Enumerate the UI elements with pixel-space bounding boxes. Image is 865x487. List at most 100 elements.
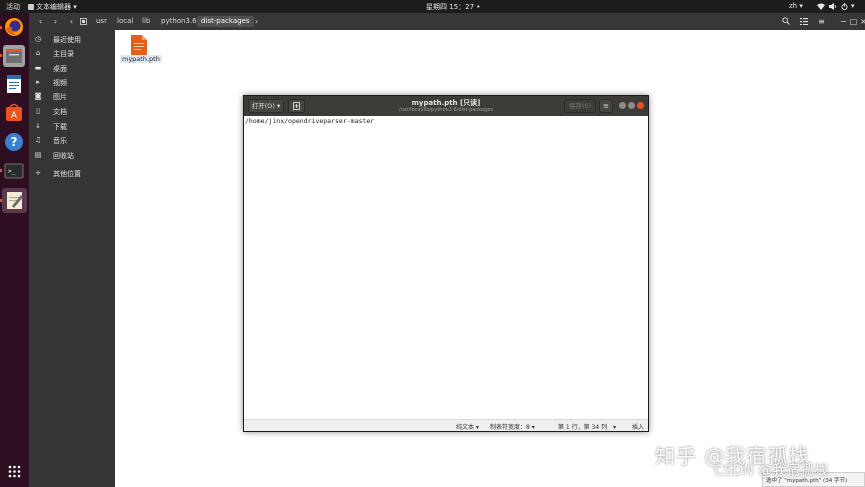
- network-icon[interactable]: [817, 3, 825, 10]
- camera-icon: ◙: [34, 92, 42, 100]
- path-segment-python3-6[interactable]: python3.6: [157, 16, 201, 27]
- save-button[interactable]: 保存(S): [564, 99, 596, 113]
- notification-dot-icon: •: [474, 3, 481, 11]
- terminal-icon[interactable]: >_: [3, 160, 25, 182]
- hamburger-menu-icon[interactable]: ≡: [599, 99, 613, 113]
- sidebar-item-label: 下载: [53, 123, 67, 131]
- sidebar-item-home[interactable]: ⌂ 主目录: [29, 46, 115, 60]
- svg-text:?: ?: [11, 135, 18, 149]
- running-indicator: [0, 26, 2, 29]
- sidebar-item-videos[interactable]: ▸ 视频: [29, 75, 115, 89]
- help-icon[interactable]: ?: [3, 131, 25, 153]
- running-indicator: [0, 199, 2, 202]
- minimize-icon[interactable]: [619, 102, 626, 109]
- places-sidebar: ◷ 最近使用 ⌂ 主目录 ▬ 桌面 ▸ 视频 ◙ 图片 ▯ 文档 ↓ 下载 ♫ …: [29, 30, 115, 487]
- show-applications-icon[interactable]: [8, 465, 21, 478]
- forward-button[interactable]: ›: [50, 16, 61, 27]
- sidebar-item-pictures[interactable]: ◙ 图片: [29, 89, 115, 103]
- app-menu[interactable]: 文本编辑器 ▾: [28, 2, 77, 12]
- back-button[interactable]: ‹: [35, 16, 46, 27]
- text-file-icon[interactable]: [131, 35, 147, 55]
- clock-icon: ◷: [34, 35, 42, 43]
- tab-width-selector[interactable]: 制表符宽度：8 ▾: [490, 422, 535, 431]
- clock-label: 星期四 15：27: [426, 3, 475, 11]
- sidebar-item-label: 桌面: [53, 65, 67, 73]
- top-bar: 活动 文本编辑器 ▾ 星期四 15：27 • zh ▾ ▾: [0, 0, 865, 13]
- sidebar-item-other-locations[interactable]: + 其他位置: [29, 166, 115, 180]
- editor-status-bar: 纯文本 ▾ 制表符宽度：8 ▾ 第 1 行，第 34 列 ▾ 插入: [244, 419, 648, 431]
- chevron-down-icon: ▾: [607, 424, 617, 431]
- input-method-label: zh: [789, 2, 798, 10]
- sidebar-item-label: 音乐: [53, 137, 67, 145]
- chevron-down-icon: ▾: [529, 424, 535, 431]
- syntax-label: 纯文本: [456, 424, 475, 431]
- firefox-icon[interactable]: [3, 16, 25, 38]
- sidebar-item-label: 图片: [53, 93, 67, 101]
- cursor-position-label: 第 1 行，第 34 列: [558, 424, 608, 431]
- files-icon[interactable]: [3, 45, 25, 67]
- sidebar-item-downloads[interactable]: ↓ 下载: [29, 119, 115, 133]
- insert-mode-label[interactable]: 插入: [632, 422, 644, 431]
- download-icon: ↓: [35, 122, 41, 130]
- app-menu-label: 文本编辑器: [36, 3, 71, 11]
- view-options-icon[interactable]: [798, 16, 809, 27]
- sidebar-item-label: 视频: [53, 79, 67, 87]
- sidebar-item-label: 最近使用: [53, 36, 81, 44]
- document-icon: ▯: [36, 107, 40, 115]
- sidebar-item-label: 主目录: [53, 50, 74, 58]
- svg-text:A: A: [11, 111, 18, 121]
- search-icon[interactable]: [780, 16, 791, 27]
- sidebar-item-music[interactable]: ♫ 音乐: [29, 133, 115, 147]
- chevron-down-icon: ▾: [71, 3, 77, 11]
- sidebar-item-label: 文档: [53, 108, 67, 116]
- cursor-position[interactable]: 第 1 行，第 34 列 ▾: [558, 422, 616, 431]
- sidebar-item-documents[interactable]: ▯ 文档: [29, 104, 115, 118]
- running-indicator: [0, 54, 2, 57]
- video-icon: ▸: [36, 78, 40, 86]
- root-folder-icon[interactable]: [78, 16, 89, 27]
- path-segment-usr[interactable]: usr: [92, 16, 111, 27]
- maximize-icon[interactable]: [628, 102, 635, 109]
- file-name-label[interactable]: mypath.pth: [120, 55, 162, 63]
- path-segment-lib[interactable]: lib: [138, 16, 154, 27]
- folder-icon: ▬: [34, 64, 42, 72]
- sidebar-item-desktop[interactable]: ▬ 桌面: [29, 61, 115, 75]
- editor-text-area[interactable]: /home/jinx/opendriveparser-master: [245, 117, 374, 125]
- app-menu-icon: [28, 4, 34, 10]
- clock[interactable]: 星期四 15：27 •: [426, 2, 480, 12]
- path-right-arrow-icon[interactable]: ›: [251, 16, 262, 27]
- libreoffice-writer-icon[interactable]: [3, 73, 25, 95]
- power-icon[interactable]: [841, 3, 848, 10]
- chevron-down-icon: ▾: [474, 424, 479, 431]
- path-segment-dist-packages[interactable]: dist-packages: [197, 16, 254, 27]
- chevron-down-icon: ▾: [797, 2, 803, 10]
- music-icon: ♫: [34, 136, 42, 144]
- system-menu-chevron-icon[interactable]: ▾: [851, 2, 855, 10]
- path-left-arrow-icon[interactable]: ‹: [66, 16, 77, 27]
- sidebar-item-recent[interactable]: ◷ 最近使用: [29, 32, 115, 46]
- trash-icon: ▤: [34, 151, 42, 159]
- editor-header-bar: 打开(O) ▾ mypath.pth [只读] /usr/local/lib/p…: [244, 96, 648, 116]
- text-editor-icon[interactable]: [2, 188, 27, 213]
- files-header-bar: ‹ › ‹ usr local lib python3.6 dist-packa…: [29, 13, 865, 30]
- activities-button[interactable]: 活动: [6, 2, 20, 12]
- syntax-selector[interactable]: 纯文本 ▾: [456, 422, 479, 431]
- close-icon[interactable]: [637, 102, 644, 109]
- watermark-csdn: CSDN @我宿孤栈: [714, 463, 829, 479]
- tab-width-label: 制表符宽度：8: [490, 424, 530, 431]
- software-center-icon[interactable]: A: [3, 102, 25, 124]
- home-icon: ⌂: [35, 49, 41, 57]
- volume-icon[interactable]: [829, 3, 837, 10]
- close-icon[interactable]: ×: [858, 16, 865, 27]
- input-method[interactable]: zh ▾: [789, 2, 803, 10]
- hamburger-menu-icon[interactable]: ≡: [816, 16, 827, 27]
- plus-icon: +: [35, 169, 41, 177]
- running-indicator: [0, 169, 2, 172]
- sidebar-item-label: 其他位置: [53, 170, 81, 178]
- path-segment-local[interactable]: local: [113, 16, 137, 27]
- sidebar-item-trash[interactable]: ▤ 回收站: [29, 148, 115, 162]
- dock: A ? >_: [0, 13, 29, 487]
- svg-text:>_: >_: [8, 168, 16, 175]
- sidebar-item-label: 回收站: [53, 152, 74, 160]
- text-editor-window: 打开(O) ▾ mypath.pth [只读] /usr/local/lib/p…: [243, 95, 649, 432]
